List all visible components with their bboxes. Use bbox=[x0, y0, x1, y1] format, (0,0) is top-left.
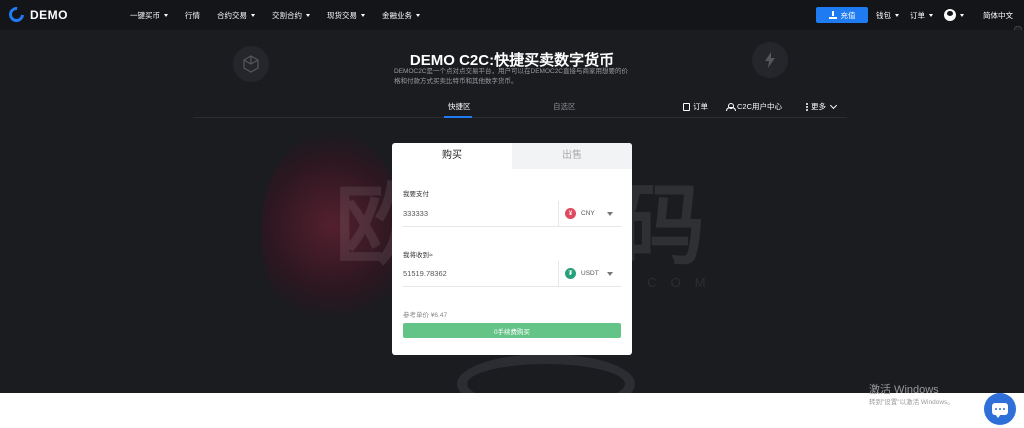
tab-quick-zone[interactable]: 快捷区 bbox=[448, 101, 471, 112]
pay-currency-select[interactable]: ¥ CNY bbox=[565, 208, 595, 219]
tab-buy[interactable]: 购买 bbox=[392, 143, 512, 169]
caret-down-icon bbox=[416, 13, 420, 17]
windows-activation-subtitle: 转到"设置"以激活 Windows。 bbox=[869, 399, 954, 406]
language-selector[interactable]: 简体中文 bbox=[983, 0, 1013, 30]
top-navbar: DEMO 一键买币 行情 合约交易 交割合约 现货交易 金融业务 充值 钱包 订… bbox=[0, 0, 1024, 30]
main-menu: 一键买币 行情 合约交易 交割合约 现货交易 金融业务 bbox=[130, 0, 437, 30]
c2c-tabs: 快捷区 自选区 订单 C2C用户中心 更多 bbox=[193, 96, 847, 118]
menu-item-delivery[interactable]: 交割合约 bbox=[272, 10, 310, 21]
caret-down-icon bbox=[929, 13, 933, 17]
orders-label: 订单 bbox=[910, 10, 925, 20]
caret-down-icon bbox=[607, 272, 613, 276]
caret-down-icon bbox=[960, 13, 964, 17]
menu-item-finance[interactable]: 金融业务 bbox=[382, 10, 420, 21]
recharge-label: 充值 bbox=[840, 10, 856, 20]
receive-currency-label: USDT bbox=[581, 270, 599, 277]
pay-currency-label: CNY bbox=[581, 210, 595, 217]
menu-item-market[interactable]: 行情 bbox=[185, 10, 200, 21]
caret-down-icon bbox=[251, 13, 255, 17]
c2c-center-label: C2C用户中心 bbox=[737, 102, 783, 111]
tab-sell[interactable]: 出售 bbox=[512, 143, 632, 169]
cny-icon: ¥ bbox=[565, 208, 576, 219]
trade-side-tabs: 购买 出售 bbox=[392, 143, 632, 169]
pay-amount-input[interactable]: 333333 bbox=[403, 209, 558, 218]
quick-trade-card: 购买 出售 我要支付 333333 ¥ CNY 我将收到≈ 51519.7836… bbox=[392, 143, 632, 355]
more-dots-icon bbox=[806, 102, 808, 111]
menu-item-label: 合约交易 bbox=[217, 10, 247, 20]
field-divider bbox=[558, 200, 559, 227]
orders-link[interactable]: 订单 bbox=[683, 101, 708, 112]
field-divider bbox=[558, 260, 559, 287]
chevron-down-icon bbox=[829, 101, 838, 109]
menu-item-label: 行情 bbox=[185, 10, 200, 20]
pay-field: 333333 ¥ CNY bbox=[403, 200, 621, 227]
receive-label: 我将收到≈ bbox=[403, 252, 433, 259]
menu-item-label: 现货交易 bbox=[327, 10, 357, 20]
wallet-menu[interactable]: 钱包 bbox=[876, 0, 899, 30]
usdt-icon: ₮ bbox=[565, 268, 576, 279]
caret-down-icon bbox=[361, 13, 365, 17]
menu-item-label: 交割合约 bbox=[272, 10, 302, 20]
user-menu[interactable] bbox=[944, 0, 964, 30]
active-tab-indicator bbox=[444, 116, 472, 118]
more-menu[interactable]: 更多 bbox=[806, 101, 838, 112]
recharge-button[interactable]: 充值 bbox=[816, 7, 868, 23]
avatar-icon bbox=[944, 9, 956, 21]
receive-field: 51519.78362 ₮ USDT bbox=[403, 260, 621, 287]
reference-price: 参考单价 ¥6.47 bbox=[403, 312, 448, 319]
caret-down-icon bbox=[164, 13, 168, 17]
logo-icon bbox=[5, 3, 28, 26]
menu-item-label: 一键买币 bbox=[130, 10, 160, 20]
orders-menu[interactable]: 订单 bbox=[910, 0, 933, 30]
wallet-label: 钱包 bbox=[876, 10, 891, 20]
c2c-user-center-link[interactable]: C2C用户中心 bbox=[726, 101, 782, 112]
caret-down-icon bbox=[607, 212, 613, 216]
menu-item-spot[interactable]: 现货交易 bbox=[327, 10, 365, 21]
decorative-ring bbox=[457, 354, 635, 393]
page-description: DEMOC2C是一个点对点交易平台，用户可以在DEMOC2C直接与商家用想要的价… bbox=[394, 68, 629, 85]
download-icon bbox=[828, 11, 837, 19]
menu-item-contract[interactable]: 合约交易 bbox=[217, 10, 255, 21]
tab-self-select[interactable]: 自选区 bbox=[553, 101, 576, 112]
more-label: 更多 bbox=[811, 102, 826, 111]
caret-down-icon bbox=[895, 13, 899, 17]
language-label: 简体中文 bbox=[983, 10, 1013, 20]
user-icon bbox=[726, 102, 736, 111]
buy-button[interactable]: 0手续费购买 bbox=[403, 323, 621, 338]
receive-amount-input[interactable]: 51519.78362 bbox=[403, 269, 558, 278]
logo-text: DEMO bbox=[30, 7, 68, 22]
menu-item-label: 金融业务 bbox=[382, 10, 412, 20]
pay-label: 我要支付 bbox=[403, 191, 429, 198]
logo[interactable]: DEMO bbox=[5, 3, 68, 26]
caret-down-icon bbox=[306, 13, 310, 17]
menu-item-quick-buy[interactable]: 一键买币 bbox=[130, 10, 168, 21]
windows-activation-title: 激活 Windows bbox=[869, 384, 939, 396]
chat-support-button[interactable] bbox=[984, 393, 1016, 425]
document-icon bbox=[683, 102, 690, 111]
receive-currency-select[interactable]: ₮ USDT bbox=[565, 268, 599, 279]
orders-link-label: 订单 bbox=[693, 102, 708, 111]
chat-icon bbox=[992, 403, 1008, 418]
